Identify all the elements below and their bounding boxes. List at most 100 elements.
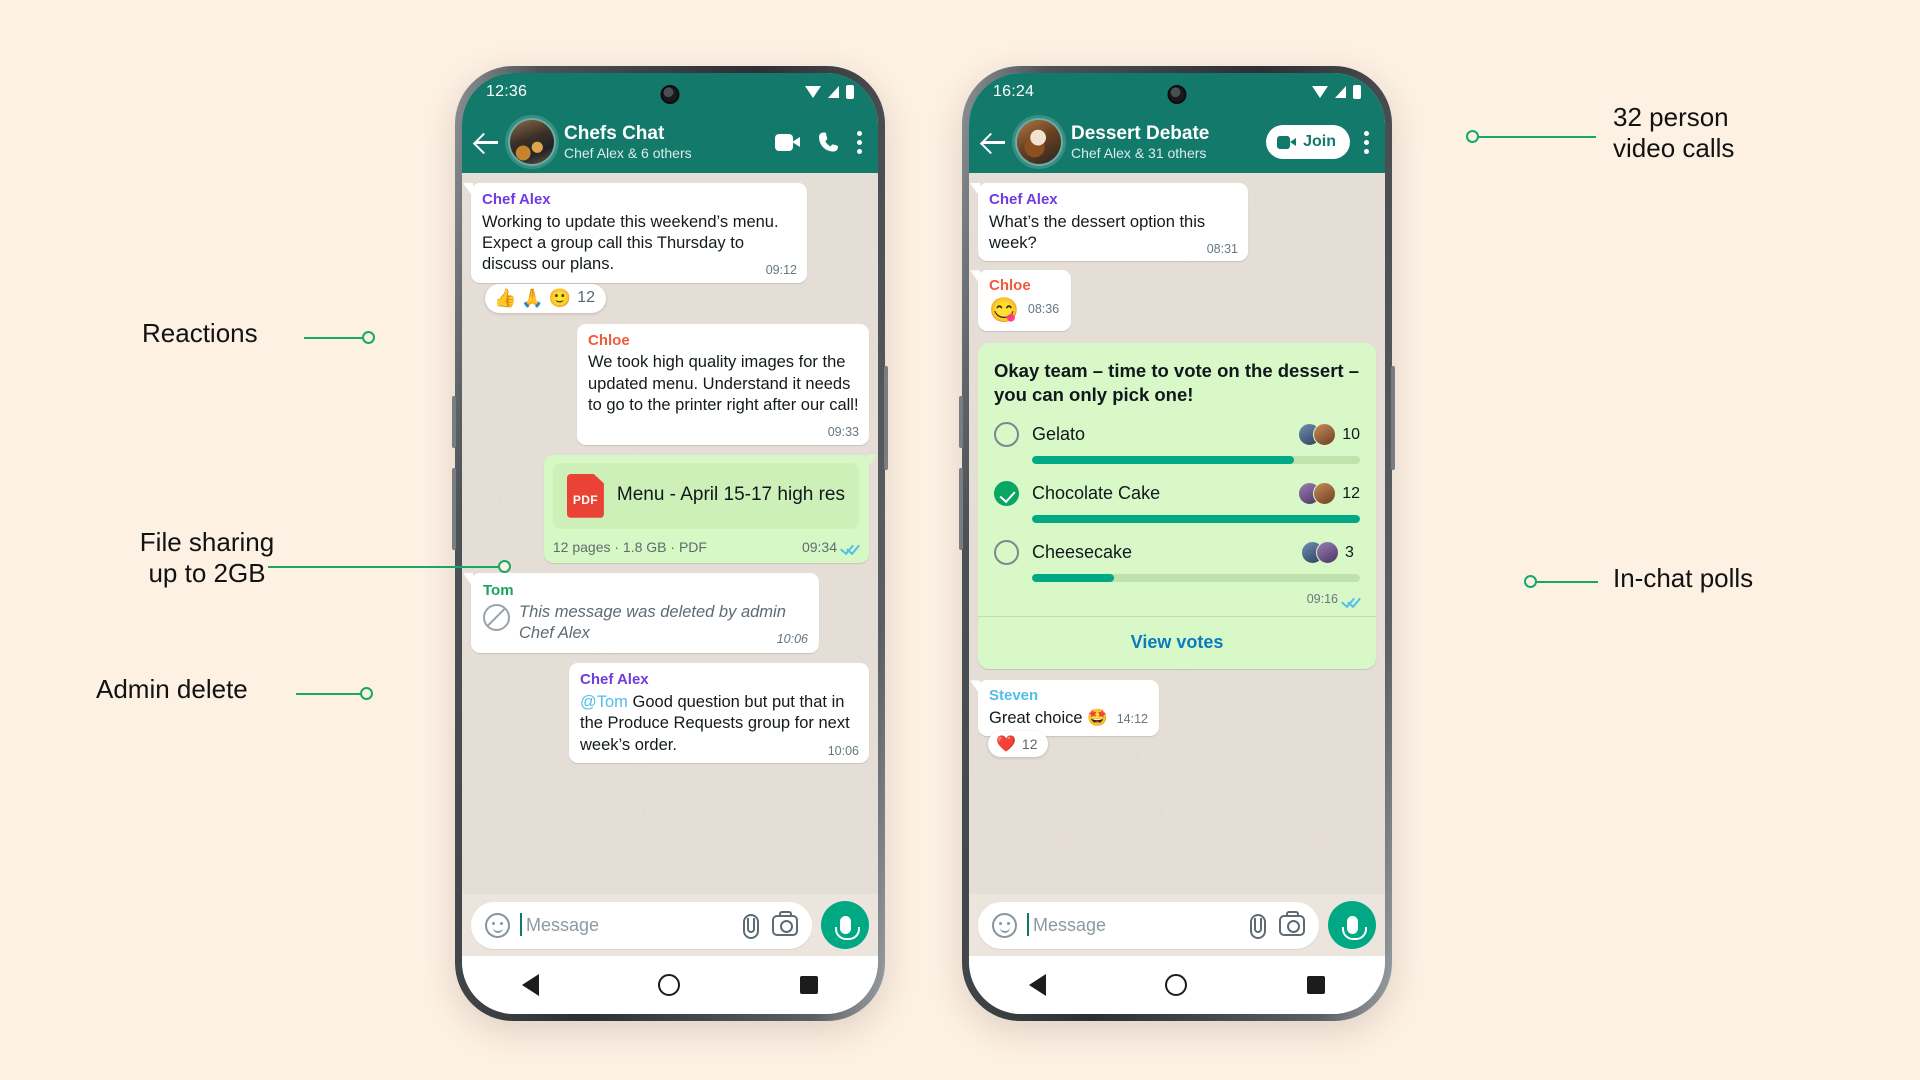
file-bubble[interactable]: PDF Menu - April 15-17 high res 12 pages… bbox=[543, 454, 877, 563]
chat-bubble[interactable]: Steven Great choice 🤩 14:12 bbox=[970, 680, 1159, 737]
message-input[interactable]: Message bbox=[471, 901, 812, 949]
status-time: 12:36 bbox=[486, 83, 528, 100]
back-arrow-icon[interactable] bbox=[474, 129, 500, 155]
file-name: Menu - April 15-17 high res bbox=[616, 484, 845, 506]
paperclip-icon[interactable] bbox=[738, 913, 760, 939]
voice-call-icon[interactable] bbox=[818, 132, 839, 153]
voter-avatars bbox=[1298, 423, 1337, 447]
poll-radio-selected[interactable] bbox=[994, 481, 1019, 507]
message-row: Chloe We took high quality images for th… bbox=[471, 323, 869, 445]
chat-bubble[interactable]: Chef Alex Working to update this weekend… bbox=[463, 183, 807, 283]
chat-bubble[interactable]: Chloe 😋 08:36 bbox=[970, 270, 1072, 332]
video-call-icon[interactable] bbox=[775, 133, 800, 151]
overflow-menu-icon[interactable] bbox=[1364, 130, 1369, 154]
deleted-message-text: This message was deleted by admin Chef A… bbox=[519, 603, 808, 647]
file-meta: 12 pages · 1.8 GB · PDF bbox=[552, 538, 707, 555]
message-emoji: 😋 08:36 bbox=[989, 296, 1060, 324]
leader-line bbox=[304, 337, 364, 339]
chat-header-left: Chefs Chat Chef Alex & 6 others bbox=[462, 111, 878, 173]
poll-option[interactable]: Chocolate Cake 12 bbox=[994, 481, 1360, 524]
poll-card[interactable]: Okay team – time to vote on the dessert … bbox=[978, 343, 1376, 670]
reaction-emojis: ❤️ bbox=[996, 736, 1016, 754]
poll-option[interactable]: Cheesecake 3 bbox=[994, 540, 1360, 583]
message-time: 09:33 bbox=[827, 425, 859, 440]
poster-canvas: 12:36 Chefs Chat Chef Alex & 6 others Ch… bbox=[0, 0, 1920, 1080]
message-sender: Chloe bbox=[588, 331, 630, 349]
leader-line bbox=[296, 693, 362, 695]
annotation-file-sharing: File sharing up to 2GB bbox=[139, 527, 275, 589]
poll-radio-unselected[interactable] bbox=[994, 540, 1019, 566]
join-label: Join bbox=[1303, 133, 1336, 150]
status-time: 16:24 bbox=[993, 83, 1035, 100]
android-navbar-right bbox=[969, 956, 1385, 1014]
message-row: Chef Alex Working to update this weekend… bbox=[463, 183, 869, 283]
message-text: What’s the dessert option this week? 08:3… bbox=[989, 212, 1238, 256]
nav-recents-icon[interactable] bbox=[800, 976, 819, 994]
message-input-placeholder: Message bbox=[520, 912, 726, 936]
message-time: 09:34 bbox=[801, 538, 837, 555]
poll-row: Okay team – time to vote on the dessert … bbox=[978, 343, 1376, 670]
emoji-icon[interactable] bbox=[485, 912, 510, 938]
reaction-chip[interactable]: ❤️ 12 bbox=[988, 731, 1048, 758]
chat-bubble[interactable]: Chef Alex @Tom Good question but put tha… bbox=[569, 663, 869, 764]
nav-back-icon[interactable] bbox=[1028, 974, 1046, 996]
back-arrow-icon[interactable] bbox=[981, 129, 1007, 155]
emoji-icon[interactable] bbox=[992, 912, 1017, 938]
paperclip-icon[interactable] bbox=[1245, 913, 1267, 939]
nav-recents-icon[interactable] bbox=[1307, 976, 1326, 994]
camera-icon[interactable] bbox=[772, 910, 798, 936]
camera-icon[interactable] bbox=[1279, 910, 1305, 936]
message-input[interactable]: Message bbox=[978, 901, 1319, 949]
poll-vote-count: 12 bbox=[1342, 484, 1360, 502]
view-votes-button[interactable]: View votes bbox=[994, 617, 1360, 669]
poll-progress-bar bbox=[1032, 515, 1360, 524]
message-sender: Chef Alex bbox=[482, 191, 551, 208]
battery-icon bbox=[846, 85, 854, 99]
voter-avatars bbox=[1301, 541, 1339, 565]
group-avatar[interactable] bbox=[1017, 120, 1061, 164]
message-text: Working to update this weekend’s menu. E… bbox=[482, 212, 797, 278]
reaction-count: 12 bbox=[1021, 736, 1038, 753]
annotation-video-calls: 32 person video calls bbox=[1613, 102, 1735, 164]
annotation-polls: In-chat polls bbox=[1613, 563, 1754, 593]
message-text: @Tom Good question but put that in the P… bbox=[580, 692, 859, 758]
message-sender: Steven bbox=[989, 687, 1039, 705]
camera-punch-hole bbox=[660, 85, 680, 104]
poll-progress-bar bbox=[1032, 456, 1360, 465]
phone-left: 12:36 Chefs Chat Chef Alex & 6 others Ch… bbox=[452, 66, 888, 1021]
join-call-button[interactable]: Join bbox=[1266, 125, 1350, 159]
overflow-menu-icon[interactable] bbox=[857, 130, 862, 154]
group-avatar[interactable] bbox=[510, 120, 554, 164]
leader-dot bbox=[1524, 575, 1537, 588]
annotation-admin-delete: Admin delete bbox=[96, 674, 248, 704]
nav-back-icon[interactable] bbox=[521, 974, 539, 996]
chat-body-right[interactable]: Chef Alex What’s the dessert option this… bbox=[969, 173, 1385, 894]
chat-bubble-deleted[interactable]: Tom This message was deleted by admin Ch… bbox=[463, 572, 819, 654]
leader-dot bbox=[1466, 130, 1479, 143]
blocked-circle-icon bbox=[483, 604, 510, 632]
poll-radio-unselected[interactable] bbox=[994, 422, 1019, 448]
chat-bubble[interactable]: Chloe We took high quality images for th… bbox=[577, 323, 869, 445]
poll-option-label: Cheesecake bbox=[1032, 542, 1133, 563]
signal-icon bbox=[1335, 86, 1346, 98]
poll-time: 09:16 bbox=[1306, 592, 1338, 607]
nav-home-icon[interactable] bbox=[658, 974, 681, 996]
leader-line bbox=[268, 566, 500, 568]
chat-bubble[interactable]: Chef Alex What’s the dessert option this… bbox=[970, 183, 1248, 262]
message-time: 09:12 bbox=[765, 263, 797, 278]
mention-link[interactable]: @Tom bbox=[580, 693, 628, 711]
reaction-row: ❤️ 12 bbox=[978, 731, 1376, 758]
poll-option[interactable]: Gelato 10 bbox=[994, 422, 1360, 465]
reaction-chip[interactable]: 👍 🙏 🙂 12 bbox=[485, 283, 607, 313]
annotation-reactions: Reactions bbox=[142, 318, 258, 348]
microphone-icon[interactable] bbox=[1328, 901, 1376, 949]
chat-body-left[interactable]: Chef Alex Working to update this weekend… bbox=[462, 173, 878, 894]
file-card[interactable]: PDF Menu - April 15-17 high res bbox=[552, 462, 859, 529]
chat-subtitle: Chef Alex & 31 others bbox=[1071, 144, 1207, 161]
microphone-icon[interactable] bbox=[821, 901, 869, 949]
message-row: Tom This message was deleted by admin Ch… bbox=[463, 572, 869, 654]
message-sender: Chef Alex bbox=[580, 671, 649, 689]
nav-home-icon[interactable] bbox=[1165, 974, 1188, 996]
composer-left: Message bbox=[462, 894, 878, 956]
message-text: We took high quality images for the upda… bbox=[588, 353, 859, 440]
